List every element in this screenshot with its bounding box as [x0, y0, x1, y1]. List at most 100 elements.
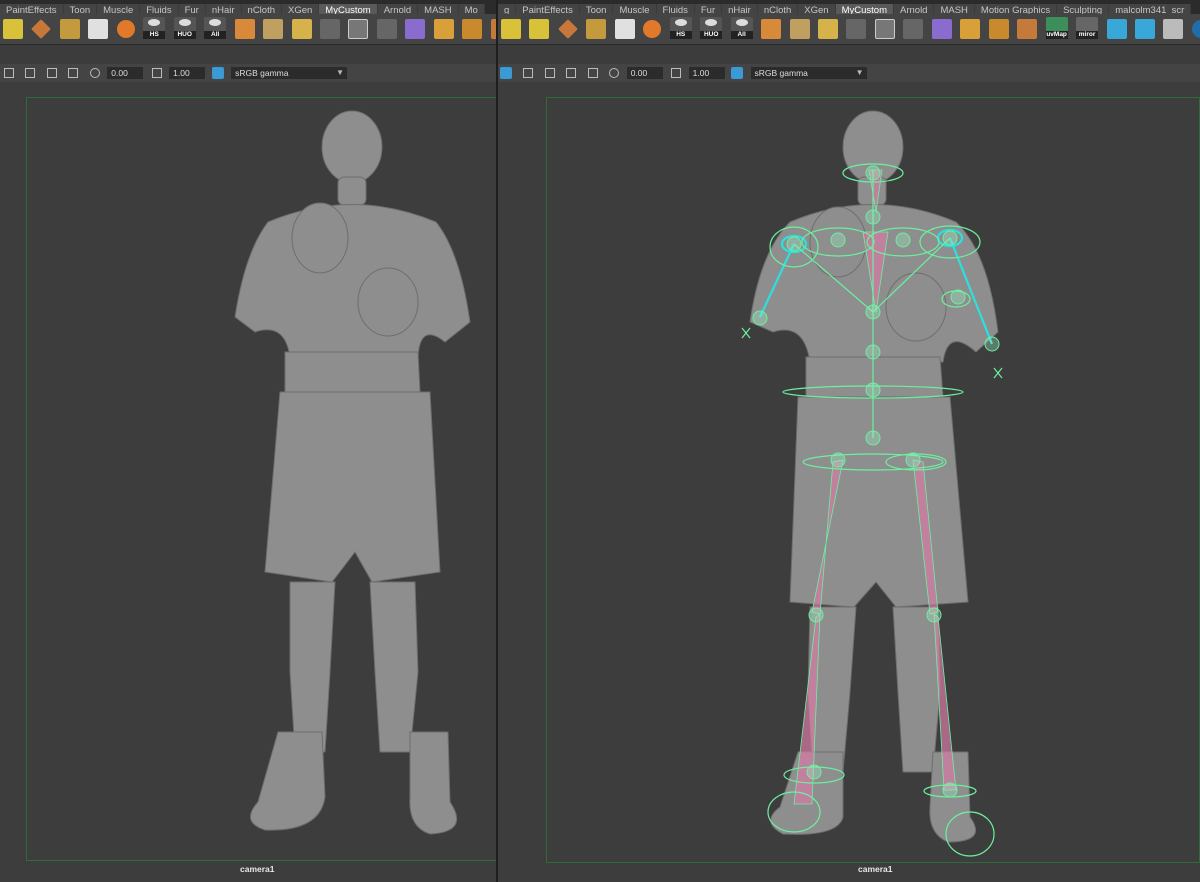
color-space-dropdown[interactable]: sRGB gamma ▼ [750, 67, 867, 79]
shelf-tab[interactable]: Arnold [377, 4, 419, 14]
hand-icon[interactable] [761, 19, 782, 39]
viewport-3d[interactable]: camera1 [0, 82, 496, 882]
grid-tiles-icon[interactable] [614, 19, 635, 39]
select-icon[interactable] [523, 68, 534, 78]
all-button[interactable]: All [204, 17, 227, 39]
curve-icon[interactable] [291, 19, 312, 39]
character-model-rig [741, 110, 1003, 857]
shelf-tab[interactable]: PaintEffects [516, 4, 580, 14]
shelf-tab[interactable]: Mo [458, 4, 485, 14]
curve-icon[interactable] [817, 19, 838, 39]
exposure-field[interactable]: 0.00 [626, 67, 663, 79]
shelf-tab[interactable]: MASH [418, 4, 459, 14]
uvmap-button[interactable]: uvMap [1045, 17, 1068, 39]
circle-orange-icon[interactable] [643, 20, 662, 38]
color-management-icon[interactable] [211, 67, 224, 79]
gamma-icon[interactable] [671, 68, 682, 78]
shelf-tab[interactable]: XGen [282, 4, 320, 14]
shelf-tab[interactable]: Fluids [140, 4, 179, 14]
snapshot-icon[interactable] [566, 68, 577, 78]
panel-toolbar: 0.00 1.00 sRGB gamma ▼ [498, 64, 1200, 82]
shelf-tab-mycustom[interactable]: MyCustom [319, 4, 378, 14]
shelf-tab-bar: PaintEffects Toon Muscle Fluids Fur nHair nClo… [0, 0, 496, 14]
shelf-tab[interactable]: Sculpting [1057, 4, 1110, 14]
arc-icon[interactable] [462, 19, 483, 39]
shelf-tab[interactable]: nHair [205, 4, 242, 14]
shelf-tab[interactable]: MASH [934, 4, 975, 14]
shelf-tab[interactable]: nCloth [241, 4, 282, 14]
diamond-icon[interactable] [31, 19, 52, 39]
huo-button[interactable]: HUO [173, 17, 196, 39]
aperture-icon[interactable] [89, 68, 100, 78]
shelf-tab[interactable]: Toon [63, 4, 98, 14]
copy-icon[interactable] [587, 68, 598, 78]
cup-icon[interactable] [789, 19, 810, 39]
checker-icon[interactable] [960, 19, 981, 39]
shelf-tab[interactable]: Arnold [894, 4, 935, 14]
swirl-icon[interactable] [1134, 19, 1155, 39]
joint-tool-icon[interactable] [846, 19, 867, 39]
shelf-tab[interactable]: Motion Graphics [974, 4, 1058, 14]
color-management-icon[interactable] [731, 67, 744, 79]
cube-wire-icon[interactable] [405, 19, 426, 39]
frame-icon[interactable] [874, 19, 895, 39]
shelf-tab[interactable]: PaintEffects [0, 4, 64, 14]
shelf-tab-mycustom[interactable]: MyCustom [835, 4, 894, 14]
right-viewport-panel: g PaintEffects Toon Muscle Fluids Fur nHair nCl… [496, 0, 1200, 882]
gamma-field[interactable]: 1.00 [688, 67, 725, 79]
blue-sphere-icon[interactable] [1191, 20, 1200, 38]
arc-icon[interactable] [988, 19, 1009, 39]
align-icon[interactable] [376, 19, 397, 39]
list-icon[interactable] [1163, 19, 1184, 39]
viewport-3d[interactable]: camera1 [498, 82, 1200, 882]
shelf-tab[interactable]: XGen [798, 4, 836, 14]
shelf-tab[interactable]: Muscle [97, 4, 141, 14]
all-button[interactable]: All [730, 17, 753, 39]
uv-grid-icon[interactable] [501, 19, 521, 39]
gamma-field[interactable]: 1.00 [169, 67, 206, 79]
shelf-tab[interactable]: Fluids [656, 4, 695, 14]
layers-icon[interactable] [59, 19, 80, 39]
checker-icon[interactable] [433, 19, 454, 39]
panel-toolbar: 0.00 1.00 sRGB gamma ▼ [0, 64, 496, 82]
aperture-icon[interactable] [609, 68, 620, 78]
hs-button[interactable]: HS [669, 17, 692, 39]
hand-stack-icon[interactable] [1017, 19, 1038, 39]
color-space-dropdown[interactable]: sRGB gamma ▼ [231, 67, 348, 79]
hand-icon[interactable] [234, 19, 255, 39]
shelf-tab[interactable]: nHair [722, 4, 758, 14]
character-model [234, 110, 471, 835]
diamond-icon[interactable] [558, 19, 578, 39]
shelf-tab[interactable]: Fur [694, 4, 723, 14]
isolate-icon[interactable] [500, 67, 512, 79]
frame-icon[interactable] [348, 19, 369, 39]
select-icon[interactable] [4, 68, 14, 78]
shelf-tab[interactable]: nCloth [757, 4, 799, 14]
gamma-icon[interactable] [151, 68, 162, 78]
mirror-button[interactable]: miror [1076, 17, 1099, 39]
shelf-tab[interactable]: g [498, 4, 517, 14]
grid-tiles-icon[interactable] [88, 19, 109, 39]
huo-button[interactable]: HUO [700, 17, 723, 39]
shelf-tab[interactable]: Muscle [613, 4, 657, 14]
uv-layout-icon[interactable] [529, 19, 550, 39]
joint-tool-icon[interactable] [319, 19, 340, 39]
camera-name-label: camera1 [858, 864, 893, 874]
copy-icon[interactable] [68, 68, 79, 78]
exposure-field[interactable]: 0.00 [107, 67, 144, 79]
grid-icon[interactable] [544, 68, 555, 78]
shelf-tab[interactable]: malcolm341_scr [1109, 4, 1192, 14]
shelf-tab[interactable]: Fur [178, 4, 206, 14]
cup-icon[interactable] [263, 19, 284, 39]
align-icon[interactable] [903, 19, 924, 39]
shelf-tab-bar: g PaintEffects Toon Muscle Fluids Fur nHair nCl… [498, 0, 1200, 14]
circle-orange-icon[interactable] [116, 20, 135, 38]
grid-icon[interactable] [25, 68, 36, 78]
hs-button[interactable]: HS [143, 17, 166, 39]
brush-icon[interactable] [1106, 19, 1127, 39]
uv-grid-icon[interactable] [3, 19, 23, 39]
snapshot-icon[interactable] [46, 68, 57, 78]
shelf-tab[interactable]: Toon [579, 4, 614, 14]
cube-wire-icon[interactable] [931, 19, 952, 39]
layers-icon[interactable] [586, 19, 607, 39]
